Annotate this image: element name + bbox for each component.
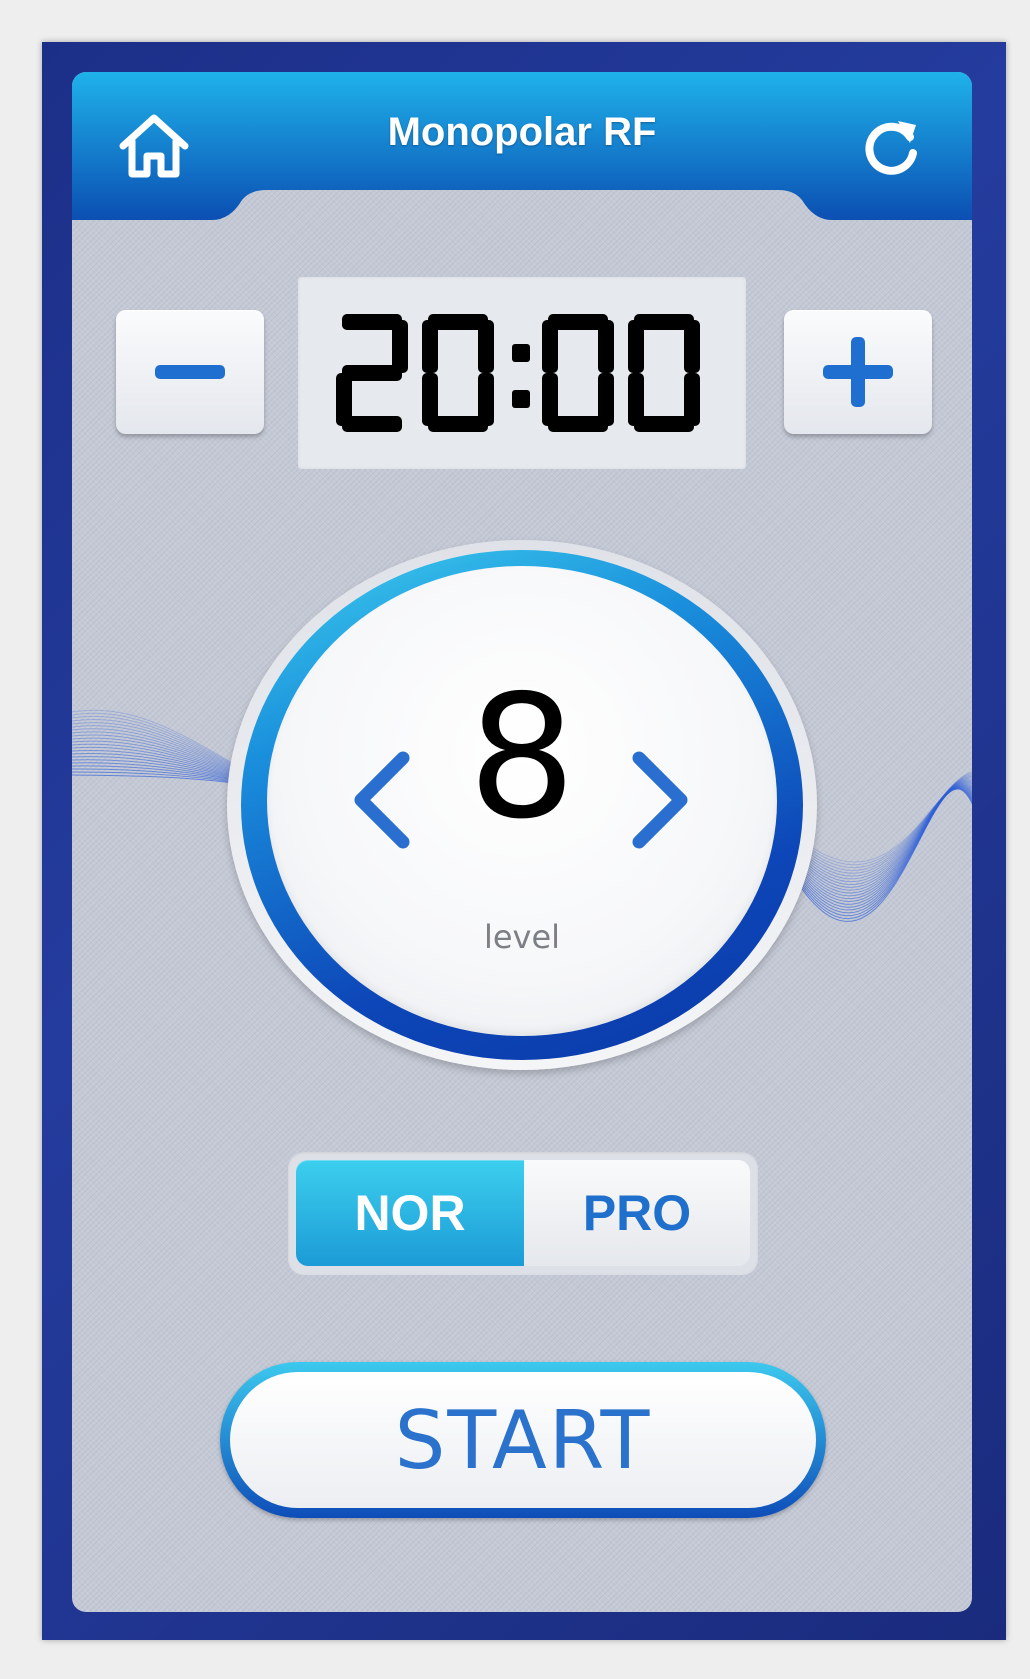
app-header: Monopolar RF <box>72 72 972 220</box>
start-button-face: START <box>230 1372 816 1508</box>
start-label: START <box>394 1393 652 1487</box>
timer-colon-dot <box>512 344 530 362</box>
timer-digit-segment <box>342 416 402 432</box>
chevron-right-icon[interactable] <box>625 750 695 850</box>
level-label: level <box>483 918 561 956</box>
level-dial: 8 level <box>227 540 817 1070</box>
mode-pro-button[interactable]: PRO <box>524 1160 750 1266</box>
timer-digit-segment <box>542 373 558 426</box>
plus-icon <box>823 337 893 407</box>
timer-digit-segment <box>422 320 438 373</box>
increase-time-button[interactable] <box>784 310 932 434</box>
decrease-time-button[interactable] <box>116 310 264 434</box>
home-icon <box>119 114 189 178</box>
app-screen: Monopolar RF 8 level NOR PRO START <box>72 72 972 1612</box>
timer-row <box>72 277 972 477</box>
timer-digit-segment <box>422 373 438 426</box>
dial-face: 8 level <box>267 566 777 1036</box>
refresh-icon <box>865 121 917 175</box>
timer-digit-segment <box>628 320 644 373</box>
mode-toggle: NOR PRO <box>288 1152 758 1274</box>
minus-icon <box>155 365 225 379</box>
timer-display <box>298 277 746 469</box>
level-value: 8 <box>467 659 577 857</box>
home-button[interactable] <box>112 104 196 188</box>
timer-digit-segment <box>478 320 494 373</box>
start-button[interactable]: START <box>220 1362 826 1518</box>
timer-digit-segment <box>628 373 644 426</box>
timer-digit-segment <box>542 320 558 373</box>
timer-digit-segment <box>684 320 700 373</box>
chevron-left-icon[interactable] <box>347 750 417 850</box>
mode-nor-button[interactable]: NOR <box>296 1160 524 1266</box>
refresh-button[interactable] <box>849 106 933 190</box>
page-title: Monopolar RF <box>387 110 657 154</box>
timer-colon-dot <box>512 390 530 408</box>
timer-digits <box>336 314 700 432</box>
timer-digit-segment <box>598 320 614 373</box>
